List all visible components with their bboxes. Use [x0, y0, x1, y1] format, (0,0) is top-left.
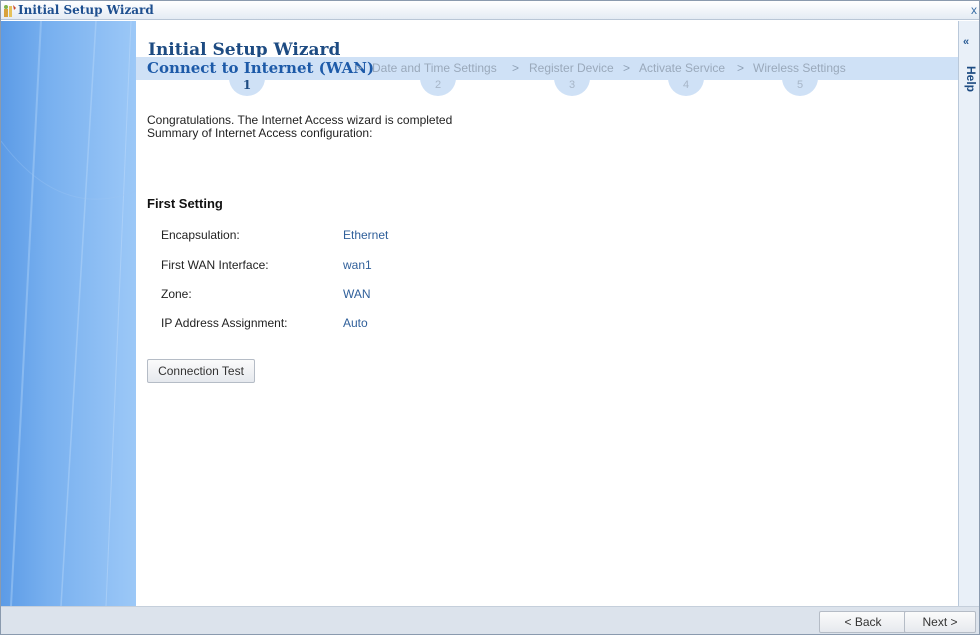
title-bar: Initial Setup Wizard x [1, 1, 979, 20]
help-panel: « Help [958, 21, 979, 606]
step-separator: > [512, 61, 520, 75]
close-icon[interactable]: x [969, 1, 979, 19]
step-separator: > [737, 61, 745, 75]
step-number-4: 4 [668, 73, 704, 96]
setup-wizard-window: Initial Setup Wizard x Initial Setup Wiz… [0, 0, 980, 635]
encapsulation-label: Encapsulation: [161, 228, 240, 242]
summary-heading: Summary of Internet Access configuration… [147, 126, 373, 140]
step-separator: > [355, 61, 363, 75]
next-button[interactable]: Next > [904, 611, 976, 633]
step-number-2: 2 [420, 73, 456, 96]
side-decoration-panel [1, 21, 136, 606]
zone-value: WAN [343, 287, 371, 301]
step-number-1: 1 [229, 73, 265, 96]
step-number-5: 5 [782, 73, 818, 96]
encapsulation-value: Ethernet [343, 228, 389, 242]
window-title: Initial Setup Wizard [18, 3, 154, 17]
side-panel-graphic [1, 21, 136, 606]
section-title-first-setting: First Setting [147, 196, 223, 211]
help-tab[interactable]: Help [960, 66, 978, 92]
wizard-icon [4, 5, 16, 17]
wizard-content: Initial Setup Wizard Connect to Internet… [136, 21, 958, 606]
back-button[interactable]: < Back [819, 611, 907, 633]
collapse-help-icon[interactable]: « [963, 36, 969, 48]
ip-assignment-value: Auto [343, 316, 368, 330]
ip-assignment-label: IP Address Assignment: [161, 316, 288, 330]
zone-label: Zone: [161, 287, 192, 301]
step-number-3: 3 [554, 73, 590, 96]
wan-interface-label: First WAN Interface: [161, 258, 269, 272]
step-separator: > [623, 61, 631, 75]
connection-test-button[interactable]: Connection Test [147, 359, 255, 383]
footer-bar: < Back Next > [1, 606, 979, 634]
wan-interface-value: wan1 [343, 258, 372, 272]
completion-message: Congratulations. The Internet Access wiz… [147, 113, 453, 127]
